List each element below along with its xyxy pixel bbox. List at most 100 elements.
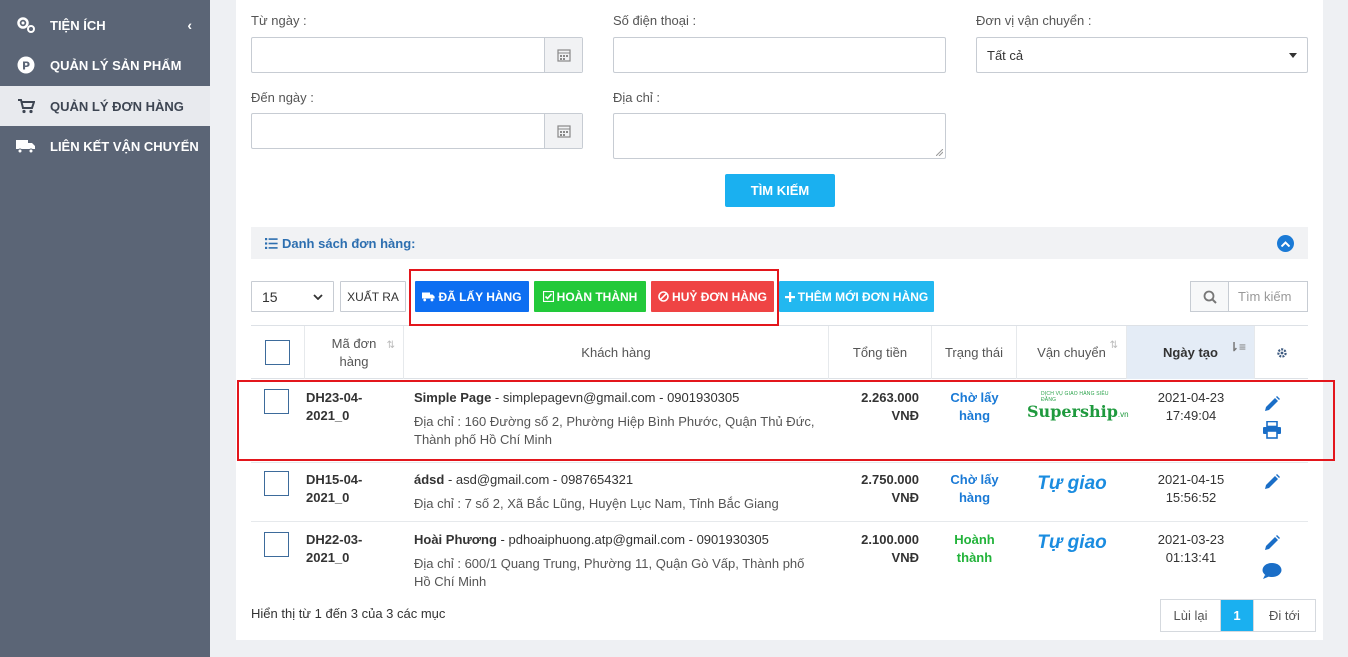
customer-contact: - pdhoaiphuong.atp@gmail.com - 090193030… bbox=[496, 532, 769, 547]
created-at: 2021-04-15 15:56:52 bbox=[1127, 471, 1255, 507]
prev-page-button[interactable]: Lùi lại bbox=[1161, 600, 1221, 631]
col-created[interactable]: Ngày tạo ⇂≡ bbox=[1127, 326, 1255, 379]
to-date-input[interactable] bbox=[251, 113, 583, 149]
amount-value: 2.100.000 bbox=[861, 532, 919, 547]
row-checkbox[interactable] bbox=[264, 471, 289, 496]
col-created-label: Ngày tạo bbox=[1163, 345, 1218, 360]
address-textarea[interactable] bbox=[613, 113, 946, 159]
created-date: 2021-03-23 bbox=[1157, 532, 1225, 547]
sidebar-item-label: QUẢN LÝ ĐƠN HÀNG bbox=[50, 98, 184, 114]
carrier-select[interactable]: Tất cả bbox=[976, 37, 1308, 73]
table-row: DH22-03-2021_0 Hoài Phương - pdhoaiphuon… bbox=[251, 522, 1308, 600]
order-list-header: Danh sách đơn hàng: bbox=[251, 227, 1308, 259]
sort-icon: ⇅ bbox=[386, 340, 395, 351]
self-delivery-label: Tự giao bbox=[1037, 532, 1107, 553]
calendar-icon[interactable] bbox=[544, 38, 582, 72]
comment-icon[interactable] bbox=[1262, 562, 1282, 585]
col-customer-label: Khách hàng bbox=[581, 345, 651, 360]
from-date-input[interactable] bbox=[251, 37, 583, 73]
sidebar-item-utilities[interactable]: TIỆN ÍCH ‹ bbox=[0, 5, 210, 45]
currency: VNĐ bbox=[891, 550, 919, 565]
highlight-box-actions bbox=[409, 269, 779, 326]
export-button[interactable]: XUẤT RA bbox=[340, 281, 406, 312]
next-page-button[interactable]: Đi tới bbox=[1253, 600, 1315, 631]
amount-value: 2.750.000 bbox=[861, 472, 919, 487]
sidebar-item-shipping-links[interactable]: LIÊN KẾT VẬN CHUYỂN bbox=[0, 126, 210, 166]
gears-icon bbox=[16, 15, 36, 35]
chevron-left-icon[interactable]: ‹ bbox=[187, 17, 192, 33]
order-total: 2.750.000 VNĐ bbox=[829, 471, 919, 507]
customer-info: ádsd - asd@gmail.com - 0987654321 Địa ch… bbox=[414, 471, 819, 513]
status-badge: Chờ lấy hàng bbox=[950, 472, 999, 505]
chevron-down-icon bbox=[313, 293, 323, 300]
customer-name: Hoài Phương bbox=[414, 532, 497, 547]
orders-panel: Từ ngày : Đến ngày : Số điện thoại : Địa… bbox=[236, 0, 1323, 640]
customer-info: Hoài Phương - pdhoaiphuong.atp@gmail.com… bbox=[414, 531, 819, 591]
table-info: Hiển thị từ 1 đến 3 của 3 các mục bbox=[251, 606, 446, 621]
orders-table: Mã đơn hàng ⇅ Khách hàng Tổng tiền Trạng… bbox=[251, 325, 1308, 600]
sort-desc-icon: ⇂≡ bbox=[1228, 340, 1246, 354]
sidebar: TIỆN ÍCH ‹ P QUẢN LÝ SẢN PHẨM QUẢN LÝ ĐƠ… bbox=[0, 0, 210, 657]
order-list-title: Danh sách đơn hàng: bbox=[282, 235, 416, 251]
col-status-label: Trạng thái bbox=[944, 345, 1004, 360]
truck-icon bbox=[16, 136, 36, 156]
plus-icon bbox=[784, 291, 795, 302]
sidebar-item-orders[interactable]: QUẢN LÝ ĐƠN HÀNG bbox=[0, 86, 210, 126]
order-code[interactable]: DH22-03-2021_0 bbox=[306, 531, 376, 567]
from-date-label: Từ ngày : bbox=[251, 13, 307, 28]
per-page-select[interactable]: 15 bbox=[251, 281, 334, 312]
status-badge: Hoành thành bbox=[954, 532, 995, 565]
calendar-icon[interactable] bbox=[544, 114, 582, 148]
resize-grip-icon[interactable] bbox=[936, 149, 943, 156]
order-total: 2.100.000 VNĐ bbox=[829, 531, 919, 567]
search-icon[interactable] bbox=[1191, 282, 1229, 311]
col-code-label: Mã đơn hàng bbox=[331, 335, 377, 369]
customer-address: Địa chỉ : 7 số 2, Xã Bắc Lũng, Huyện Lục… bbox=[414, 496, 779, 511]
collapse-up-icon[interactable] bbox=[1277, 235, 1294, 252]
gear-icon bbox=[1276, 347, 1287, 358]
created-time: 15:56:52 bbox=[1165, 490, 1217, 505]
customer-contact: - asd@gmail.com - 0987654321 bbox=[444, 472, 634, 487]
phone-label: Số điện thoại : bbox=[613, 13, 697, 28]
currency: VNĐ bbox=[891, 490, 919, 505]
col-customer: Khách hàng bbox=[404, 326, 829, 379]
pagination: Lùi lại 1 Đi tới bbox=[1160, 599, 1316, 632]
svg-text:P: P bbox=[22, 60, 30, 73]
created-at: 2021-03-23 01:13:41 bbox=[1127, 531, 1255, 567]
add-order-button[interactable]: THÊM MỚI ĐƠN HÀNG bbox=[779, 281, 934, 312]
col-code[interactable]: Mã đơn hàng ⇅ bbox=[305, 326, 404, 379]
edit-icon[interactable] bbox=[1263, 534, 1281, 557]
add-order-label: THÊM MỚI ĐƠN HÀNG bbox=[797, 289, 929, 304]
col-shipping[interactable]: Vận chuyển ⇅ bbox=[1017, 326, 1127, 379]
search-button[interactable]: TÌM KIẾM bbox=[725, 174, 835, 207]
col-total: Tổng tiền bbox=[829, 326, 932, 379]
sidebar-item-products[interactable]: P QUẢN LÝ SẢN PHẨM bbox=[0, 45, 210, 85]
table-header: Mã đơn hàng ⇅ Khách hàng Tổng tiền Trạng… bbox=[251, 325, 1308, 379]
created-date: 2021-04-15 bbox=[1157, 472, 1225, 487]
row-checkbox[interactable] bbox=[264, 532, 289, 557]
sidebar-item-label: LIÊN KẾT VẬN CHUYỂN bbox=[50, 138, 199, 154]
col-shipping-label: Vận chuyển bbox=[1037, 345, 1106, 360]
customer-address: Địa chỉ : 600/1 Quang Trung, Phường 11, … bbox=[414, 556, 805, 589]
table-search-input[interactable] bbox=[1229, 282, 1307, 311]
sidebar-item-label: TIỆN ÍCH bbox=[50, 17, 106, 33]
per-page-value: 15 bbox=[262, 288, 278, 305]
page-1-button[interactable]: 1 bbox=[1221, 600, 1253, 631]
customer-name: ádsd bbox=[414, 472, 445, 487]
caret-down-icon bbox=[1289, 52, 1297, 58]
col-settings[interactable] bbox=[1255, 326, 1308, 379]
select-all-checkbox[interactable] bbox=[265, 340, 290, 365]
table-search bbox=[1190, 281, 1308, 312]
edit-icon[interactable] bbox=[1263, 473, 1281, 496]
phone-input[interactable] bbox=[613, 37, 946, 73]
carrier-select-value: Tất cả bbox=[987, 47, 1024, 63]
created-time: 01:13:41 bbox=[1165, 550, 1217, 565]
sidebar-item-label: QUẢN LÝ SẢN PHẨM bbox=[50, 57, 182, 73]
list-icon bbox=[265, 237, 278, 249]
address-label: Địa chỉ : bbox=[613, 90, 660, 105]
self-delivery-label: Tự giao bbox=[1037, 473, 1107, 494]
highlight-box-row bbox=[237, 380, 1335, 461]
product-p-icon: P bbox=[16, 55, 36, 75]
order-code[interactable]: DH15-04-2021_0 bbox=[306, 471, 376, 507]
col-total-label: Tổng tiền bbox=[852, 345, 908, 360]
